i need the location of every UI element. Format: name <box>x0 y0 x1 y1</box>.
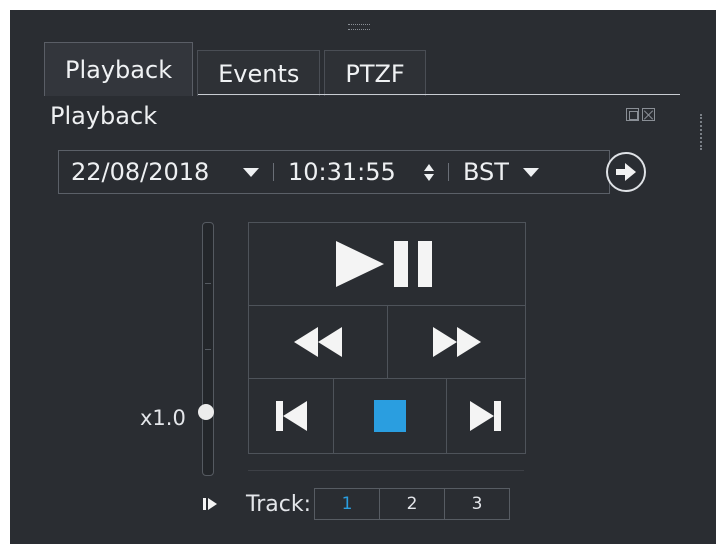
fast-forward-icon <box>432 327 481 357</box>
spin-up-icon[interactable] <box>424 163 434 171</box>
tab-ptzf-label: PTZF <box>345 59 405 88</box>
date-dropdown-chevron-icon[interactable] <box>243 167 259 177</box>
go-button[interactable] <box>606 152 646 192</box>
skip-to-start-icon <box>276 401 307 431</box>
close-icon[interactable] <box>642 108 655 121</box>
slider-tick <box>205 283 211 284</box>
skip-to-start-button[interactable] <box>248 378 334 454</box>
date-field[interactable]: 22/08/2018 <box>71 158 237 186</box>
stop-button[interactable] <box>333 378 447 454</box>
stop-icon <box>374 400 406 432</box>
timezone-dropdown-chevron-icon[interactable] <box>523 167 539 177</box>
track-button-3[interactable]: 3 <box>443 488 510 520</box>
speed-slider-handle[interactable] <box>198 404 214 420</box>
section-title: Playback <box>50 102 158 130</box>
datetime-bar: 22/08/2018 10:31:55 BST <box>58 150 610 194</box>
divider <box>248 470 524 471</box>
drag-grip-handle[interactable] <box>348 24 370 30</box>
side-resize-handle[interactable] <box>700 114 705 150</box>
rewind-button[interactable] <box>248 305 388 379</box>
divider <box>448 163 449 181</box>
timezone-select[interactable]: BST <box>463 158 517 186</box>
skip-to-end-button[interactable] <box>446 378 526 454</box>
tab-playback-label: Playback <box>65 55 173 84</box>
tab-events-label: Events <box>218 59 300 88</box>
slider-tick <box>205 349 211 350</box>
section-window-controls <box>626 108 655 121</box>
tab-divider <box>198 94 680 95</box>
step-forward-icon <box>203 498 217 510</box>
track-selector: Track: 1 2 3 <box>202 488 510 520</box>
track-button-2[interactable]: 2 <box>378 488 445 520</box>
restore-icon[interactable] <box>626 108 639 121</box>
fast-forward-button[interactable] <box>387 305 526 379</box>
speed-slider[interactable] <box>202 222 214 476</box>
play-pause-button[interactable] <box>248 222 526 306</box>
arrow-right-icon <box>616 163 636 181</box>
time-field[interactable]: 10:31:55 <box>288 158 420 186</box>
tab-events[interactable]: Events <box>197 50 321 96</box>
tab-ptzf[interactable]: PTZF <box>324 50 426 96</box>
divider <box>273 163 274 181</box>
play-pause-icon <box>336 241 432 287</box>
track-label: Track: <box>246 491 311 517</box>
track-button-1[interactable]: 1 <box>313 488 380 520</box>
rewind-icon <box>294 327 342 357</box>
spin-down-icon[interactable] <box>424 173 434 181</box>
tab-bar: Playback Events PTZF <box>44 42 430 96</box>
playback-panel: Playback Events PTZF Playback 22/08/2018… <box>10 10 716 544</box>
step-forward-button[interactable] <box>202 496 218 512</box>
tab-playback[interactable]: Playback <box>44 42 194 96</box>
speed-label: x1.0 <box>140 406 186 430</box>
skip-to-end-icon <box>470 401 501 431</box>
time-spinner-icon[interactable] <box>424 163 434 181</box>
